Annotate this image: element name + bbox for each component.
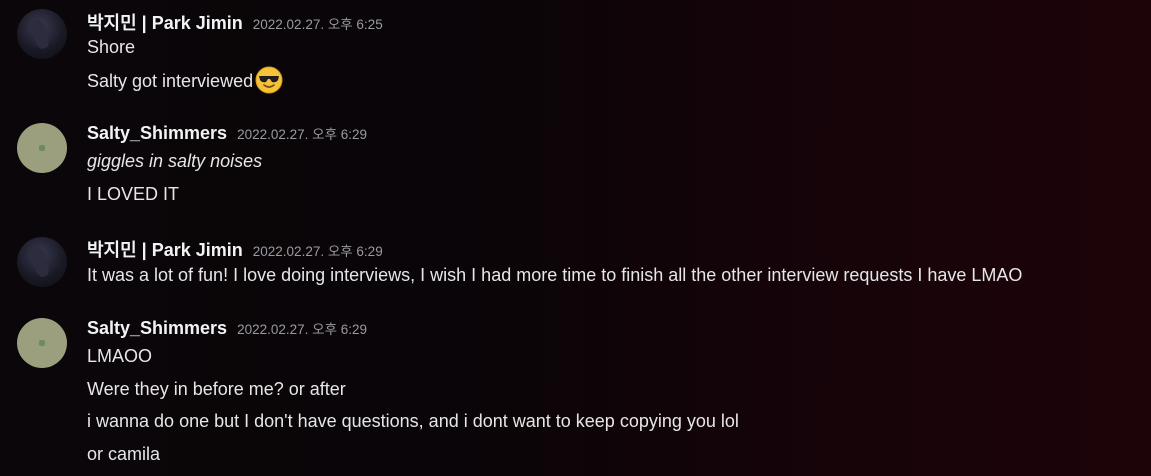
message-text: It was a lot of fun! I love doing interv… [87, 265, 1023, 285]
timestamp[interactable]: 2022.02.27. 오후 6:29 [237, 318, 367, 338]
message-header: Salty_Shimmers 2022.02.27. 오후 6:29 [87, 318, 367, 339]
avatar[interactable] [17, 123, 67, 173]
message-text: I LOVED IT [87, 184, 180, 204]
timestamp[interactable]: 2022.02.27. 오후 6:29 [253, 240, 383, 260]
message-text: or camila [87, 444, 161, 464]
message-text: i wanna do one but I don't have question… [87, 411, 739, 431]
message-line: Salty got interviewed [87, 66, 283, 96]
avatar[interactable] [17, 237, 67, 287]
timestamp[interactable]: 2022.02.27. 오후 6:25 [253, 13, 383, 33]
message-text: LMAOO [87, 346, 153, 366]
message-header: Salty_Shimmers 2022.02.27. 오후 6:29 [87, 123, 367, 144]
message-text: Shore [87, 37, 136, 57]
chat-message-list: 박지민 | Park Jimin 2022.02.27. 오후 6:25 Sho… [0, 0, 1151, 476]
author-name[interactable]: Salty_Shimmers [87, 318, 227, 339]
message-header: 박지민 | Park Jimin 2022.02.27. 오후 6:29 [87, 236, 383, 262]
sunglasses-emoji-icon[interactable] [255, 66, 283, 94]
author-name[interactable]: 박지민 | Park Jimin [87, 236, 243, 262]
message-text: giggles in salty noises [87, 151, 263, 171]
message-text: Were they in before me? or after [87, 379, 346, 399]
author-name[interactable]: Salty_Shimmers [87, 123, 227, 144]
message-header: 박지민 | Park Jimin 2022.02.27. 오후 6:25 [87, 9, 383, 35]
timestamp[interactable]: 2022.02.27. 오후 6:29 [237, 123, 367, 143]
author-name[interactable]: 박지민 | Park Jimin [87, 9, 243, 35]
avatar[interactable] [17, 318, 67, 368]
message-text: Salty got interviewed [87, 70, 254, 91]
avatar[interactable] [17, 9, 67, 59]
